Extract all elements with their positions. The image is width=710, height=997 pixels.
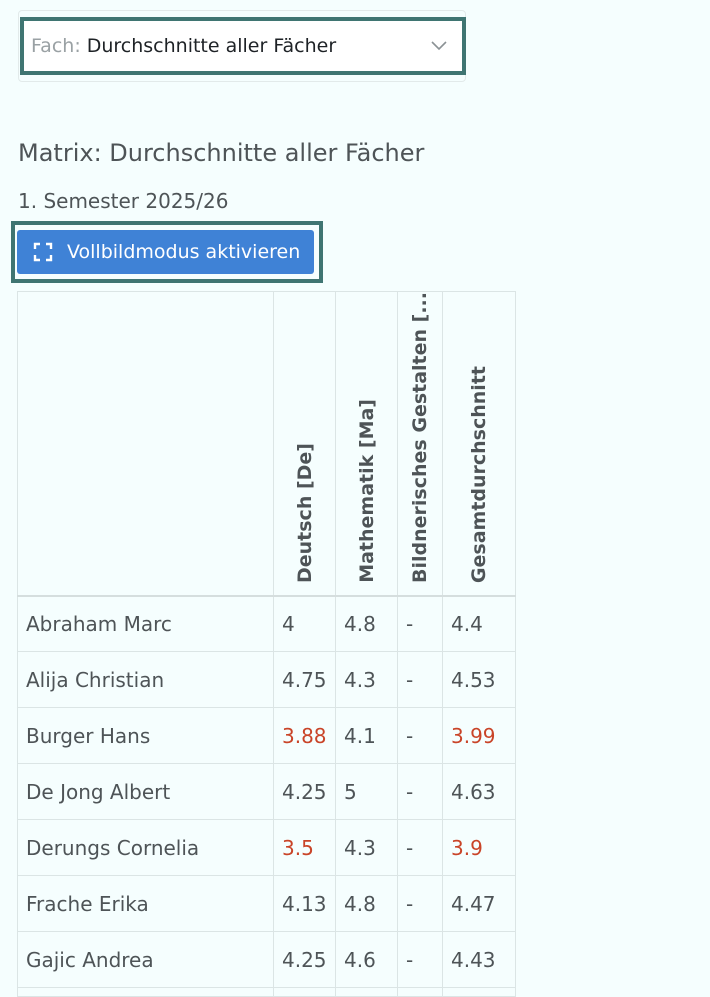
student-name[interactable]: Abraham Marc <box>17 595 274 653</box>
table-cell-cutoff <box>397 987 443 997</box>
grade-gesamt: 4.4 <box>442 595 516 653</box>
student-name[interactable]: Burger Hans <box>17 707 274 765</box>
grade-matrix-table: Deutsch [De] Mathematik [Ma] Bildnerisch… <box>17 290 516 997</box>
table-row: Abraham Marc 4 4.8 - 4.4 <box>17 595 516 653</box>
grade-mathematik: 5 <box>335 763 398 821</box>
table-cell-cutoff <box>17 987 274 997</box>
grade-bildnerisches-gestalten: - <box>397 875 443 933</box>
table-row: Alija Christian 4.75 4.3 - 4.53 <box>17 651 516 709</box>
subject-select[interactable]: Fach: Durchschnitte aller Fächer <box>20 17 466 75</box>
subject-select-value: Durchschnitte aller Fächer <box>86 35 337 57</box>
table-row <box>17 987 516 997</box>
grade-mathematik: 4.3 <box>335 651 398 709</box>
grade-deutsch: 4.75 <box>273 651 336 709</box>
grade-bildnerisches-gestalten: - <box>397 707 443 765</box>
table-row: De Jong Albert 4.25 5 - 4.63 <box>17 763 516 821</box>
chevron-down-icon <box>431 41 447 51</box>
table-row: Burger Hans 3.88 4.1 - 3.99 <box>17 707 516 765</box>
grade-mathematik: 4.8 <box>335 595 398 653</box>
grade-mathematik: 4.8 <box>335 875 398 933</box>
table-cell-cutoff <box>335 987 398 997</box>
grade-deutsch: 4.13 <box>273 875 336 933</box>
semester-label: 1. Semester 2025/26 <box>18 189 229 213</box>
grade-gesamt: 4.53 <box>442 651 516 709</box>
student-name[interactable]: Gajic Andrea <box>17 931 274 989</box>
grade-gesamt: 4.47 <box>442 875 516 933</box>
table-row: Gajic Andrea 4.25 4.6 - 4.43 <box>17 931 516 989</box>
grade-mathematik: 4.1 <box>335 707 398 765</box>
table-row: Derungs Cornelia 3.5 4.3 - 3.9 <box>17 819 516 877</box>
fullscreen-button-label: Vollbildmodus aktivieren <box>67 241 301 263</box>
table-row: Frache Erika 4.13 4.8 - 4.47 <box>17 875 516 933</box>
grade-bildnerisches-gestalten: - <box>397 819 443 877</box>
grade-gesamt: 4.43 <box>442 931 516 989</box>
grade-gesamt: 4.63 <box>442 763 516 821</box>
grade-bildnerisches-gestalten: - <box>397 931 443 989</box>
grade-bildnerisches-gestalten: - <box>397 595 443 653</box>
grade-gesamt: 3.9 <box>442 819 516 877</box>
table-cell-cutoff <box>442 987 516 997</box>
student-name[interactable]: De Jong Albert <box>17 763 274 821</box>
grade-bildnerisches-gestalten: - <box>397 763 443 821</box>
header-gesamtdurchschnitt[interactable]: Gesamtdurchschnitt <box>442 290 516 597</box>
grade-bildnerisches-gestalten: - <box>397 651 443 709</box>
grade-mathematik: 4.6 <box>335 931 398 989</box>
header-bildnerisches-gestalten[interactable]: Bildnerisches Gestalten [... <box>397 290 443 597</box>
header-deutsch[interactable]: Deutsch [De] <box>273 290 336 597</box>
page-title: Matrix: Durchschnitte aller Fächer <box>18 139 425 167</box>
grade-mathematik: 4.3 <box>335 819 398 877</box>
grade-deutsch: 3.5 <box>273 819 336 877</box>
table-header-row: Deutsch [De] Mathematik [Ma] Bildnerisch… <box>17 290 516 597</box>
header-name <box>17 290 274 597</box>
table-cell-cutoff <box>273 987 336 997</box>
student-name[interactable]: Frache Erika <box>17 875 274 933</box>
grade-deutsch: 4.25 <box>273 931 336 989</box>
subject-select-label: Fach: <box>31 35 81 57</box>
grade-deutsch: 3.88 <box>273 707 336 765</box>
student-name[interactable]: Alija Christian <box>17 651 274 709</box>
student-name[interactable]: Derungs Cornelia <box>17 819 274 877</box>
header-mathematik[interactable]: Mathematik [Ma] <box>335 290 398 597</box>
fullscreen-button[interactable]: Vollbildmodus aktivieren <box>17 230 314 274</box>
grade-deutsch: 4 <box>273 595 336 653</box>
grade-gesamt: 3.99 <box>442 707 516 765</box>
fullscreen-icon <box>33 242 53 262</box>
grade-deutsch: 4.25 <box>273 763 336 821</box>
